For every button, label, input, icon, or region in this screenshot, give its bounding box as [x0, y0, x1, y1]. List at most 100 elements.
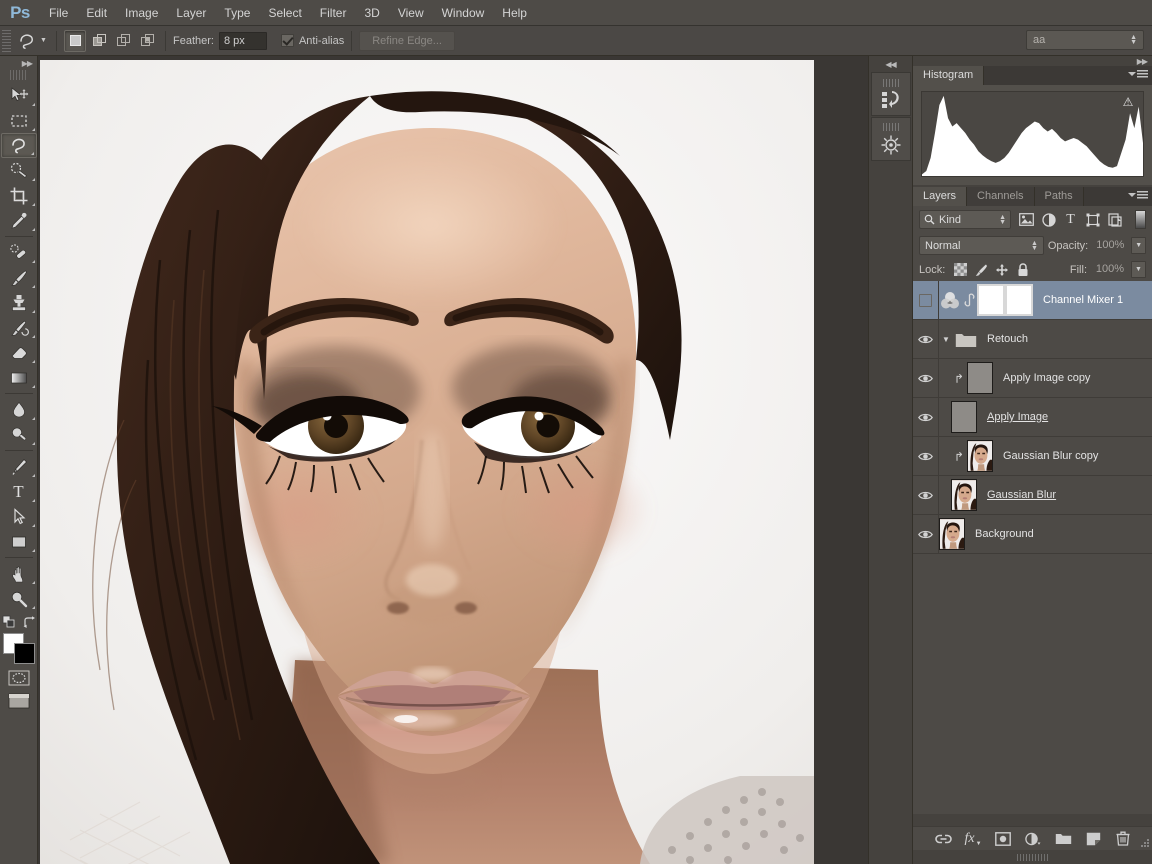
brush-tool[interactable] [1, 265, 37, 290]
lock-transparent-pixels-icon[interactable] [953, 263, 967, 277]
blur-tool[interactable] [1, 397, 37, 422]
history-panel-button[interactable] [870, 72, 911, 116]
layer-visibility-toggle[interactable] [913, 320, 939, 358]
spot-healing-brush-tool[interactable] [1, 240, 37, 265]
filter-shape-icon[interactable] [1084, 211, 1101, 228]
gradient-tool[interactable] [1, 365, 37, 390]
subtract-from-selection-button[interactable] [112, 29, 134, 52]
workspace-select[interactable]: aa ▲ ▼ [1026, 30, 1144, 50]
layer-visibility-toggle[interactable] [913, 281, 939, 319]
histogram-chart[interactable]: ⚠ [921, 91, 1144, 177]
layer-row[interactable]: ▼ Retouch [913, 320, 1152, 359]
add-layer-mask-icon[interactable] [995, 830, 1012, 847]
menu-type[interactable]: Type [215, 3, 259, 23]
fill-value[interactable]: 100% [1091, 261, 1127, 278]
layer-visibility-toggle[interactable] [913, 398, 939, 436]
feather-input[interactable]: 8 px [218, 31, 267, 50]
toolbar-collapse-button[interactable]: ▶▶ [0, 56, 37, 70]
lock-all-icon[interactable] [1016, 262, 1030, 277]
menu-image[interactable]: Image [116, 3, 167, 23]
layer-thumbnail[interactable] [939, 518, 965, 550]
layer-thumbnail[interactable] [967, 440, 993, 472]
document-image[interactable] [40, 60, 814, 864]
layer-visibility-toggle[interactable] [913, 437, 939, 475]
filter-type-icon[interactable]: T [1062, 211, 1079, 228]
zoom-tool[interactable] [1, 586, 37, 611]
add-layer-style-icon[interactable]: fx ▼ [964, 830, 981, 847]
background-color-swatch[interactable] [13, 643, 35, 664]
rail-collapse-button[interactable]: ◀◀ [869, 56, 912, 72]
layer-row[interactable]: Channel Mixer 1 [913, 281, 1152, 320]
tool-preset-picker[interactable]: ▼ [15, 29, 49, 53]
move-tool[interactable] [1, 83, 37, 108]
link-layers-icon[interactable] [934, 830, 952, 847]
layer-name[interactable]: Apply Image [987, 411, 1048, 423]
layer-thumbnail[interactable] [977, 284, 1005, 316]
layers-panel-menu-button[interactable] [1128, 191, 1148, 199]
path-selection-tool[interactable] [1, 504, 37, 529]
opacity-dropdown-button[interactable]: ▼ [1131, 237, 1146, 254]
lock-position-icon[interactable] [995, 263, 1009, 277]
quick-mask-button[interactable] [6, 668, 32, 688]
lasso-tool[interactable] [0, 133, 37, 158]
layer-visibility-toggle[interactable] [913, 359, 939, 397]
menu-file[interactable]: File [40, 3, 77, 23]
quick-selection-tool[interactable] [1, 158, 37, 183]
layer-row[interactable]: Background [913, 515, 1152, 554]
menu-select[interactable]: Select [259, 3, 310, 23]
histogram-panel-menu-button[interactable] [1128, 70, 1148, 78]
filter-smartobject-icon[interactable] [1106, 211, 1123, 228]
document-canvas-area[interactable] [38, 56, 868, 864]
new-selection-button[interactable] [64, 29, 86, 52]
layer-filter-kind-select[interactable]: Kind ▲ ▼ [919, 210, 1011, 229]
lock-image-pixels-icon[interactable] [974, 263, 988, 277]
menu-window[interactable]: Window [433, 3, 494, 23]
layer-row[interactable]: Gaussian Blur [913, 476, 1152, 515]
add-to-selection-button[interactable] [88, 29, 110, 52]
blend-mode-select[interactable]: Normal ▲ ▼ [919, 236, 1044, 255]
tab-histogram[interactable]: Histogram [913, 66, 985, 85]
menu-help[interactable]: Help [493, 3, 536, 23]
layer-list-empty-area[interactable] [913, 554, 1152, 814]
layer-thumbnail[interactable] [951, 401, 977, 433]
new-layer-icon[interactable] [1085, 830, 1102, 847]
anti-alias-control[interactable]: Anti-alias [280, 34, 344, 47]
fill-dropdown-button[interactable]: ▼ [1131, 261, 1146, 278]
adjustments-panel-button[interactable] [870, 117, 911, 161]
menu-3d[interactable]: 3D [355, 3, 388, 23]
new-adjustment-layer-icon[interactable] [1025, 830, 1042, 847]
layer-row[interactable]: ↳ Gaussian Blur copy [913, 437, 1152, 476]
opacity-value[interactable]: 100% [1092, 237, 1127, 254]
tab-paths[interactable]: Paths [1034, 187, 1084, 206]
layer-thumbnail[interactable] [951, 479, 977, 511]
menu-filter[interactable]: Filter [311, 3, 356, 23]
histogram-cache-warning-icon[interactable]: ⚠ [1121, 96, 1135, 109]
layer-name[interactable]: Gaussian Blur copy [1003, 450, 1098, 462]
menu-edit[interactable]: Edit [77, 3, 116, 23]
layer-name[interactable]: Channel Mixer 1 [1043, 294, 1123, 306]
eraser-tool[interactable] [1, 340, 37, 365]
layer-thumbnail[interactable] [967, 362, 993, 394]
layer-visibility-toggle[interactable] [913, 476, 939, 514]
layer-mask-link-icon[interactable] [961, 292, 977, 308]
delete-layer-icon[interactable] [1115, 830, 1132, 847]
layer-name[interactable]: Apply Image copy [1003, 372, 1090, 384]
filter-adjustment-icon[interactable] [1040, 211, 1057, 228]
layer-row[interactable]: ↳ Apply Image copy [913, 359, 1152, 398]
menu-layer[interactable]: Layer [167, 3, 215, 23]
eyedropper-tool[interactable] [1, 208, 37, 233]
horizontal-type-tool[interactable]: T [1, 479, 37, 504]
new-group-icon[interactable] [1055, 830, 1072, 847]
history-brush-tool[interactable] [1, 315, 37, 340]
anti-alias-checkbox[interactable] [280, 34, 294, 47]
layer-name[interactable]: Retouch [987, 333, 1028, 345]
screen-mode-button[interactable] [6, 691, 32, 711]
toolbar-grip[interactable] [9, 70, 28, 80]
group-expand-arrow-icon[interactable]: ▼ [939, 335, 953, 344]
dodge-tool[interactable] [1, 422, 37, 447]
rectangle-tool[interactable] [1, 529, 37, 554]
layer-visibility-toggle[interactable] [913, 515, 939, 553]
crop-tool[interactable] [1, 183, 37, 208]
options-bar-grip[interactable] [2, 29, 11, 52]
panel-dock-status-grip[interactable] [913, 850, 1152, 864]
